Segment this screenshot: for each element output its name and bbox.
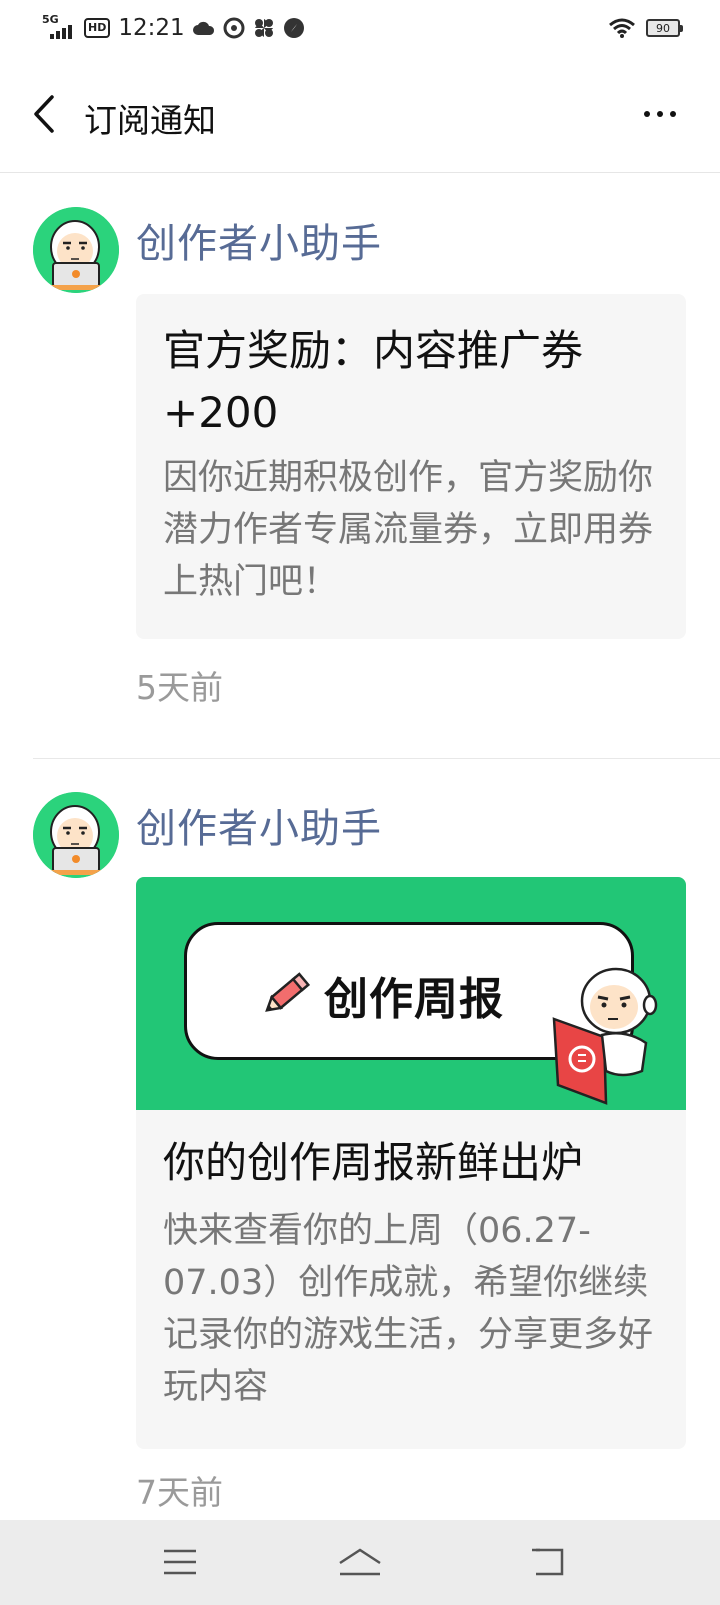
mascot-avatar-icon [33,207,119,293]
system-nav-bar [0,1520,720,1605]
home-icon [339,1548,381,1576]
status-bar: 5G HD 12:21 90 [0,0,720,56]
mascot-reading-icon [552,967,658,1105]
more-dots-icon [644,111,650,117]
card-description: 快来查看你的上周（06.27-07.03）创作成就，希望你继续记录你的游戏生活，… [163,1211,654,1407]
card-title: 官方奖励：内容推广券+200 [163,326,584,437]
banner-title: 创作周报 [324,974,504,1025]
weekly-report-banner: 创作周报 [136,877,686,1110]
signal-icon: 5G [42,13,76,41]
status-left: 5G HD 12:21 [42,13,305,41]
avatar[interactable] [33,792,119,878]
back-button[interactable] [24,90,64,138]
sender-name[interactable]: 创作者小助手 [136,211,382,269]
wifi-icon [609,18,635,38]
return-button[interactable] [520,1538,576,1586]
menu-icon [164,1549,196,1575]
app-notification-icon [223,17,245,39]
chevron-left-icon [34,95,54,133]
sender-name[interactable]: 创作者小助手 [136,796,382,854]
status-time: 12:21 [118,15,185,41]
nav-bar: 订阅通知 [0,56,720,173]
card-description: 因你近期积极创作，官方奖励你潜力作者专属流量券，立即用券上热门吧！ [163,458,654,602]
menu-button[interactable] [152,1538,208,1586]
message-item: 创作者小助手 创作周报 你的创作周报新鲜出炉 快来查看你的上周（06.27-07… [0,758,720,1520]
avatar[interactable] [33,207,119,293]
message-time: 5天前 [136,668,223,707]
message-card[interactable]: 创作周报 你的创作周报新鲜出炉 快来查看你的上周（06.27-07.03）创作成… [136,877,686,1449]
message-time: 7天前 [136,1473,223,1512]
compass-icon [283,18,304,38]
card-title: 你的创作周报新鲜出炉 [163,1138,584,1187]
message-card[interactable]: 官方奖励：内容推广券+200 因你近期积极创作，官方奖励你潜力作者专属流量券，立… [136,294,686,639]
cloud-icon [192,21,214,35]
back-arrow-icon [532,1548,564,1576]
mascot-avatar-icon [33,792,119,878]
page-title: 订阅通知 [84,101,216,140]
battery-icon: 90 [646,19,683,37]
home-button[interactable] [332,1538,388,1586]
pinwheel-icon [254,19,273,37]
battery-level: 90 [656,21,670,35]
pencil-icon [265,972,311,1012]
more-button[interactable] [632,92,688,136]
hd-badge: HD [84,18,111,38]
message-item: 创作者小助手 官方奖励：内容推广券+200 因你近期积极创作，官方奖励你潜力作者… [0,173,720,758]
status-right: 90 [608,18,683,38]
